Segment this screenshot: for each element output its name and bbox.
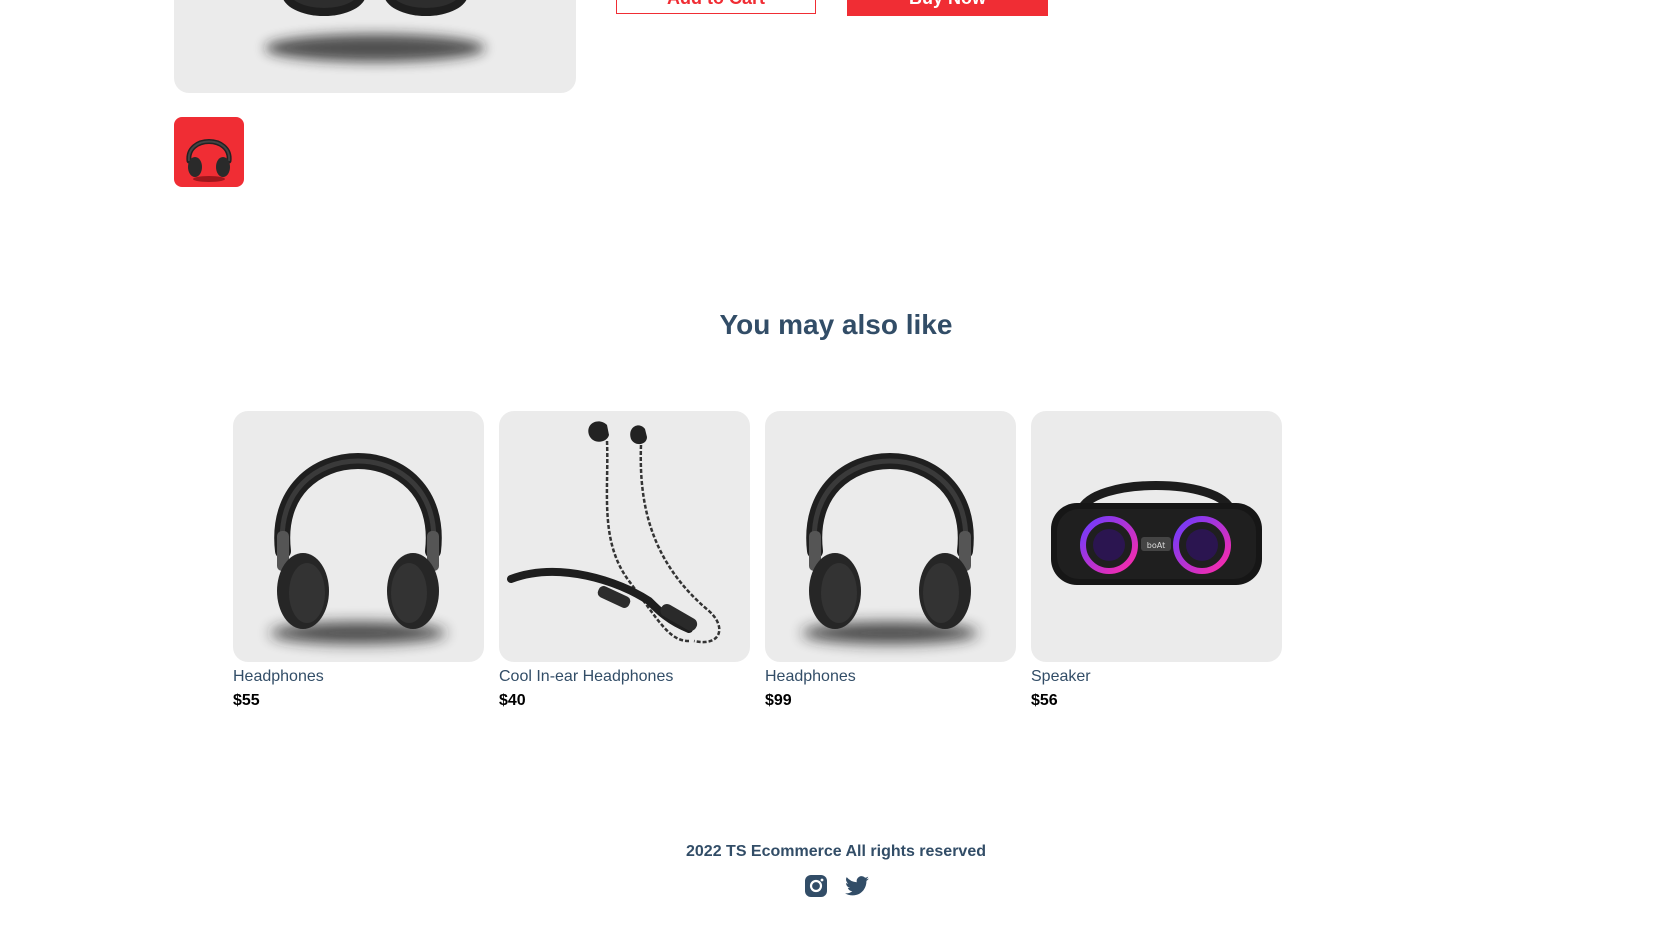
product-page: Add to Cart Buy Now You may also like [0, 0, 1664, 934]
headphones-image [802, 453, 978, 644]
main-product-image [174, 0, 576, 93]
add-to-cart-button[interactable]: Add to Cart [616, 0, 816, 14]
related-products-heading: You may also like [719, 309, 953, 340]
instagram-icon[interactable] [803, 873, 829, 899]
product-card[interactable]: Headphones $99 [765, 411, 1016, 712]
product-image[interactable] [765, 411, 1016, 662]
product-price: $55 [233, 692, 260, 709]
product-thumbnail[interactable] [174, 117, 244, 187]
headphones-image [270, 453, 446, 644]
product-price: $99 [765, 692, 792, 709]
product-name: Speaker [1031, 668, 1091, 685]
product-name: Headphones [765, 668, 856, 685]
product-card[interactable]: Cool In-ear Headphones $40 [499, 411, 750, 712]
speaker-image: boAt [1051, 481, 1262, 585]
footer-social-icons [0, 873, 1664, 899]
product-card[interactable]: boAt Speaker $56 [1031, 411, 1282, 712]
svg-text:boAt: boAt [1147, 541, 1165, 550]
product-card[interactable]: Headphones $55 [233, 411, 484, 712]
headphones-thumbnail-icon [186, 139, 232, 182]
product-image[interactable]: boAt [1031, 411, 1282, 662]
product-image[interactable] [233, 411, 484, 662]
earphones-image [507, 421, 721, 644]
headphones-image [265, 0, 485, 62]
product-price: $56 [1031, 692, 1058, 709]
product-price: $40 [499, 692, 526, 709]
twitter-icon[interactable] [844, 873, 870, 899]
product-name: Cool In-ear Headphones [499, 668, 674, 685]
footer-copyright: 2022 TS Ecommerce All rights reserved [686, 843, 986, 860]
related-products-list: Headphones $55 Cool In-ear Headphones $4… [233, 411, 1282, 712]
buy-now-button[interactable]: Buy Now [847, 0, 1048, 16]
product-name: Headphones [233, 668, 324, 685]
product-image[interactable] [499, 411, 750, 662]
